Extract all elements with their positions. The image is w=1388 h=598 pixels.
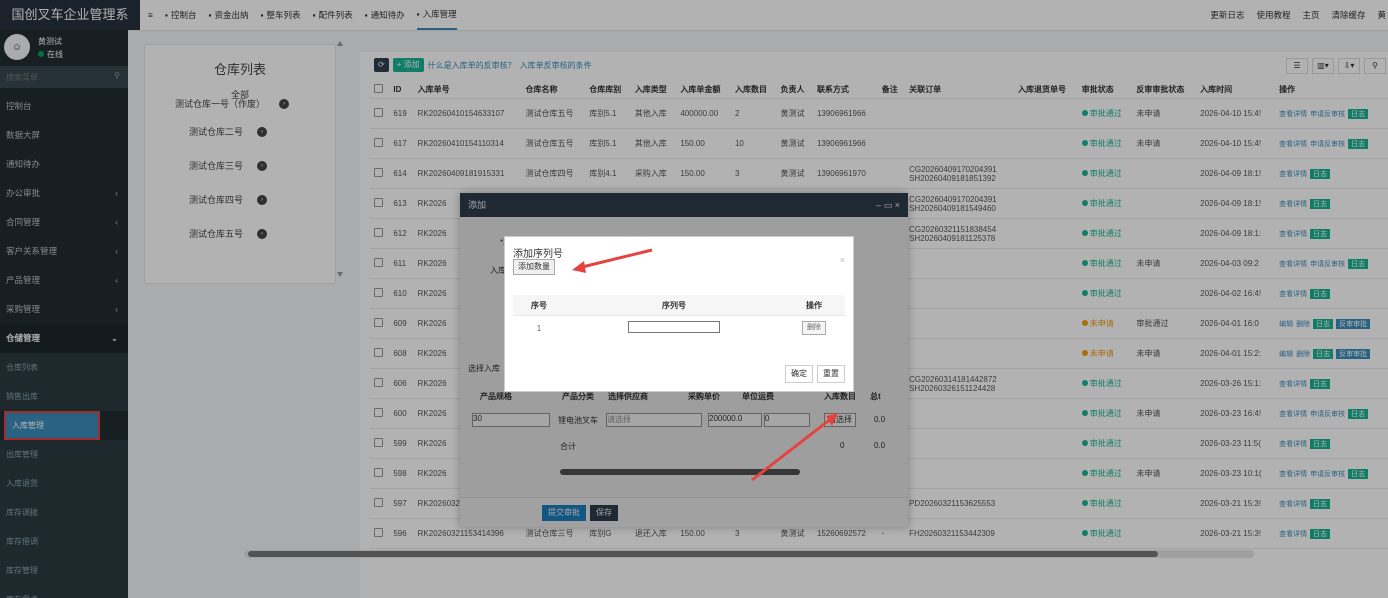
arrow-to-add-qty xyxy=(577,248,653,270)
arrow-to-qty-select xyxy=(751,416,833,482)
arrowhead-icon xyxy=(572,261,586,273)
annotation-arrows xyxy=(572,248,838,482)
